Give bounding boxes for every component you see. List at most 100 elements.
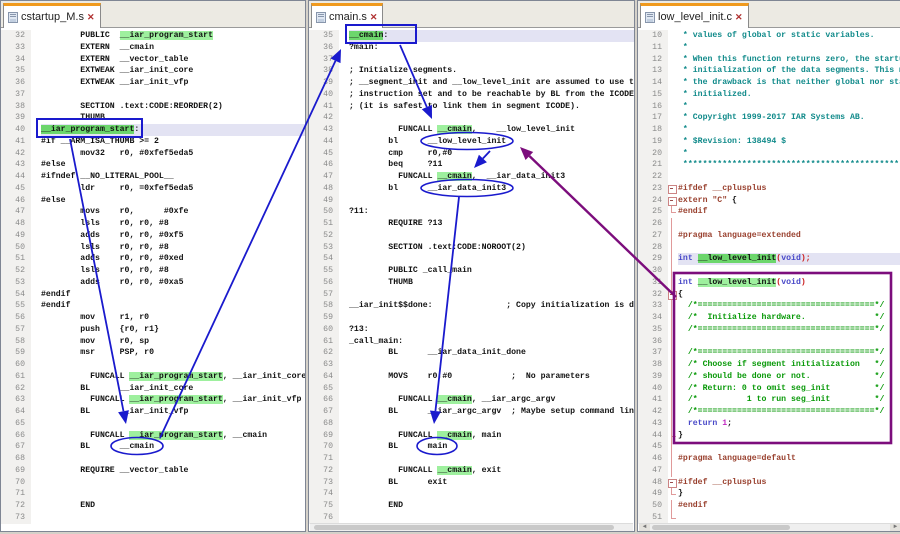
code-line: 58 mov r0, sp [1, 335, 305, 348]
line-number: 54 [309, 253, 339, 265]
code-line: 40 /* Return: 0 to omit seg_init */ [638, 382, 900, 395]
line-number: 40 [309, 88, 339, 101]
fold-margin [339, 206, 349, 218]
code-line: 22 [638, 171, 900, 183]
fold-margin [668, 136, 678, 148]
horizontal-scrollbar[interactable] [310, 523, 633, 531]
line-number: 74 [309, 488, 339, 500]
line-number: 65 [309, 382, 339, 395]
code-line: 61 _call_main: [309, 335, 634, 348]
fold-margin[interactable] [668, 195, 678, 207]
fold-margin [31, 65, 41, 77]
code-line: 52 lsls r0, r0, #8 [1, 265, 305, 277]
ide-editor-area: cstartup_M.s ✕ 32 PUBLIC __iar_program_s… [0, 0, 900, 534]
line-number: 48 [638, 476, 668, 489]
code-line: 38 SECTION .text:CODE:REORDER(2) [1, 100, 305, 113]
code-line: 55 #endif [1, 300, 305, 312]
fold-margin [31, 453, 41, 465]
fold-margin [339, 89, 349, 101]
fold-margin[interactable] [668, 183, 678, 195]
fold-margin [339, 253, 349, 265]
scrollbar-thumb[interactable] [314, 525, 614, 530]
fold-margin [668, 382, 678, 395]
code-line: 45 cmp r0,#0 [309, 147, 634, 160]
fold-margin[interactable] [668, 477, 678, 489]
fold-margin [339, 183, 349, 195]
code-line: 46 #else [1, 194, 305, 207]
code-line: 75 END [309, 500, 634, 512]
line-number: 72 [309, 464, 339, 477]
fold-margin [339, 277, 349, 289]
line-number: 57 [1, 323, 31, 336]
code-line: 50 #endif [638, 500, 900, 512]
fold-margin[interactable] [668, 288, 678, 301]
tab-low-level-init[interactable]: low_level_init.c ✕ [640, 3, 749, 28]
tab-cmain[interactable]: cmain.s ✕ [311, 3, 384, 28]
line-number: 15 [638, 88, 668, 101]
line-number: 37 [638, 347, 668, 359]
code-line: 11 * [638, 41, 900, 54]
code-line: 76 [309, 511, 634, 524]
tab-cstartup[interactable]: cstartup_M.s ✕ [3, 3, 101, 28]
fold-margin [668, 148, 678, 160]
line-number: 29 [638, 253, 668, 265]
code-line: 56 mov r1, r0 [1, 312, 305, 324]
code-line: 10 * values of global or static variable… [638, 30, 900, 42]
scroll-right-arrow[interactable]: ► [890, 524, 900, 531]
code-line: 24 extern "C" { [638, 194, 900, 207]
line-number: 17 [638, 112, 668, 124]
line-number: 73 [1, 511, 31, 524]
close-icon[interactable]: ✕ [87, 12, 95, 22]
line-number: 35 [309, 30, 339, 42]
line-number: 49 [638, 488, 668, 500]
code-line: 71 [1, 488, 305, 500]
fold-margin [31, 253, 41, 265]
scrollbar-thumb[interactable] [652, 525, 790, 530]
code-line: 36 ?main: [309, 41, 634, 54]
line-number: 37 [1, 88, 31, 101]
code-line: 69 FUNCALL __cmain, main [309, 429, 634, 442]
fold-margin [31, 406, 41, 418]
line-number: 69 [309, 429, 339, 442]
line-number: 38 [638, 359, 668, 371]
code-line: 35 EXTWEAK __iar_init_core [1, 65, 305, 77]
scroll-left-arrow[interactable]: ◄ [639, 524, 650, 531]
fold-margin [31, 242, 41, 254]
fold-margin [668, 453, 678, 465]
code-line: 27 #pragma language=extended [638, 229, 900, 242]
fold-margin [668, 394, 678, 406]
code-line: 56 THUMB [309, 276, 634, 289]
fold-margin [668, 124, 678, 136]
close-icon[interactable]: ✕ [735, 12, 743, 22]
code-line: 63 FUNCALL __iar_program_start, __iar_in… [1, 394, 305, 406]
code-line: 42 /*===================================… [638, 406, 900, 418]
tab-label: cmain.s [329, 11, 367, 23]
code-line: 69 REQUIRE __vector_table [1, 464, 305, 477]
line-number: 20 [638, 147, 668, 160]
code-line: 26 [638, 218, 900, 230]
fold-margin [31, 265, 41, 277]
fold-margin [668, 488, 678, 500]
code-line: 50 lsls r0, r0, #8 [1, 241, 305, 254]
fold-margin [31, 488, 41, 500]
tab-bar: cstartup_M.s ✕ [1, 1, 305, 28]
line-number: 16 [638, 100, 668, 113]
fold-margin [668, 206, 678, 218]
code-line: 32{ [638, 288, 900, 301]
fold-margin [339, 406, 349, 418]
line-number: 52 [1, 265, 31, 277]
horizontal-scrollbar[interactable]: ◄ ► [639, 523, 900, 531]
line-number: 56 [309, 276, 339, 289]
code-line: 43 return 1; [638, 417, 900, 430]
code-line: 71 [309, 453, 634, 465]
fold-margin [339, 347, 349, 359]
close-icon[interactable]: ✕ [370, 12, 378, 22]
fold-margin [31, 465, 41, 477]
fold-margin [31, 230, 41, 242]
code-line: 36 EXTWEAK __iar_init_vfp [1, 77, 305, 89]
code-area[interactable]: 32 PUBLIC __iar_program_start 33 EXTERN _… [1, 28, 305, 531]
code-area[interactable]: 35 __cmain: 36 ?main: 37 38; Initialize segme… [309, 28, 634, 531]
code-line: 48 bl __iar_data_init3 [309, 182, 634, 195]
code-area[interactable]: 10 * values of global or static variable… [638, 28, 900, 531]
line-number: 23 [638, 182, 668, 195]
